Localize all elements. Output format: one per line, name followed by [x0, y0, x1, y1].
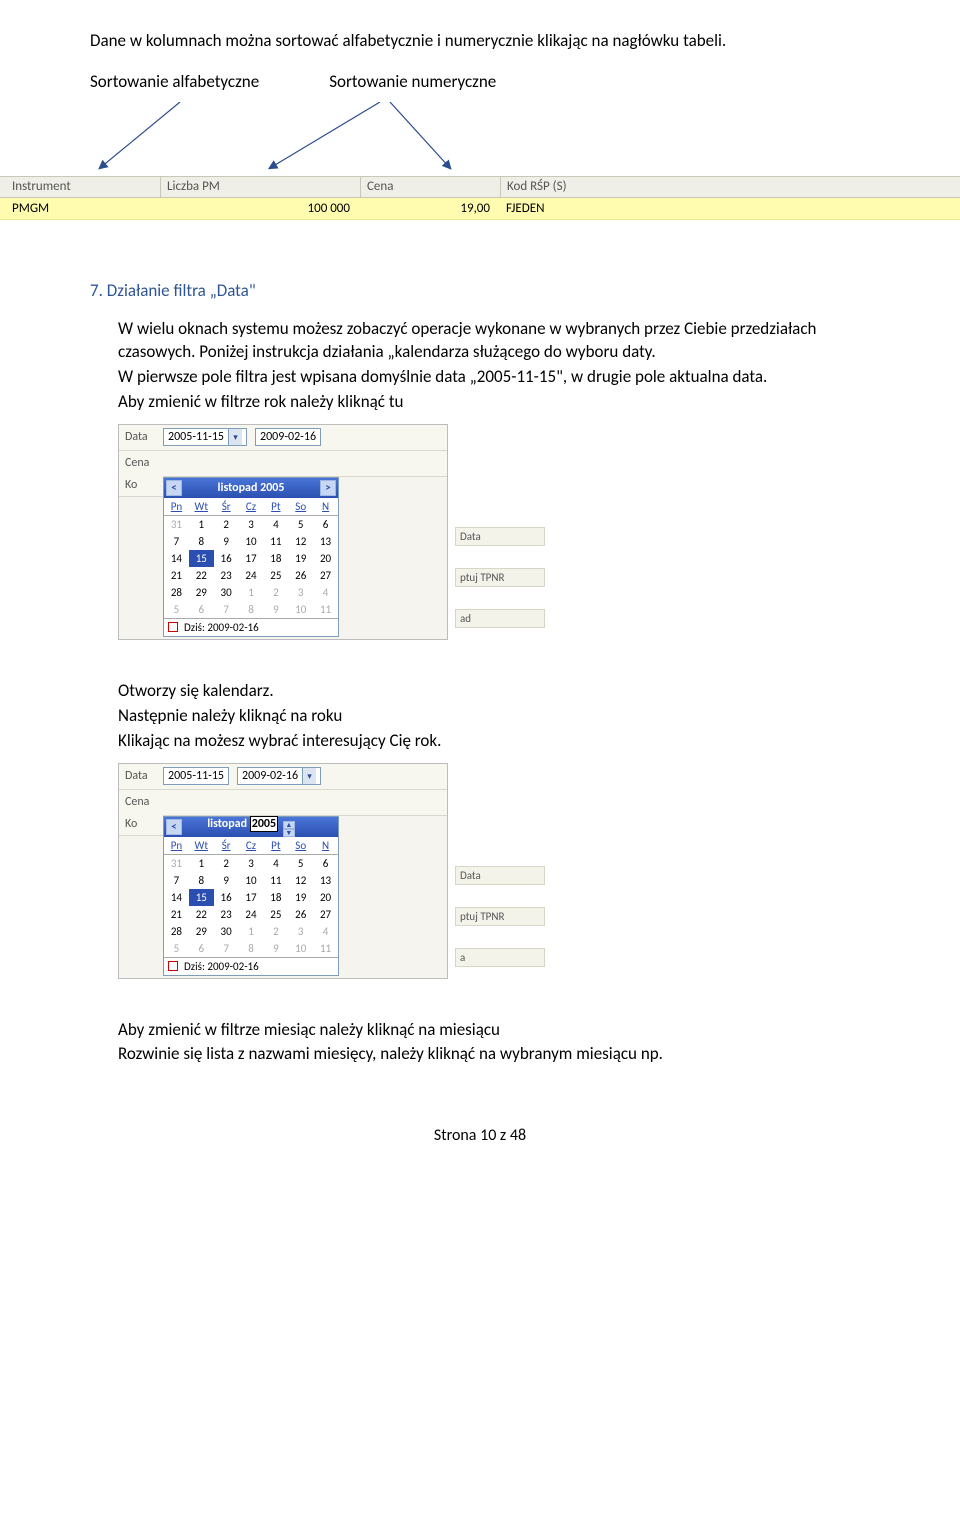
table-row[interactable]: PMGM 100 000 19,00 FJEDEN — [0, 198, 960, 220]
sort-alpha-label: Sortowanie alfabetyczne — [90, 71, 259, 92]
col-liczba-pm[interactable]: Liczba PM — [160, 177, 360, 197]
cell-cena: 19,00 — [360, 201, 500, 216]
selected-day: 15 — [189, 550, 214, 567]
label-data: Data — [119, 430, 163, 444]
p-b4: Otworzy się kalendarz. — [118, 680, 870, 703]
cell-kod-rsp: FJEDEN — [500, 201, 960, 216]
calendar-today-link[interactable]: Dziś: 2009-02-16 — [164, 957, 338, 975]
p-b7: Aby zmienić w filtrze miesiąc należy kli… — [118, 1019, 870, 1042]
calendar-screenshot-1: Data 2005-11-15▾ 2009-02-16 Cena < listo — [118, 424, 448, 640]
calendar-popup[interactable]: < listopad 2005 ▲▼ > PnWtŚrCzPtSoN 31123… — [163, 816, 339, 976]
label-ko: Ko — [119, 475, 163, 497]
cell-liczba-pm: 100 000 — [160, 201, 360, 216]
col-instrument[interactable]: Instrument — [0, 177, 160, 197]
sort-arrows-diagram — [80, 102, 860, 172]
next-month-button[interactable]: > — [320, 480, 336, 496]
page-footer: Strona 10 z 48 — [90, 1126, 870, 1145]
calendar-day-headers: PnWtŚrCzPtSoN — [164, 498, 338, 516]
today-marker-icon — [168, 622, 178, 632]
p-b5: Następnie należy kliknąć na roku — [118, 705, 870, 728]
p-b8: Rozwinie się lista z nazwami miesięcy, n… — [118, 1043, 870, 1066]
prev-month-button[interactable]: < — [166, 480, 182, 496]
p-b3: Aby zmienić w filtrze rok należy kliknąć… — [118, 391, 870, 414]
calendar-title-year-edit[interactable]: listopad 2005 ▲▼ — [182, 817, 320, 837]
year-spinner-value[interactable]: 2005 — [250, 816, 278, 832]
calendar-popup[interactable]: < listopad 2005 > PnWtŚrCzPtSoN 31123456… — [163, 477, 339, 637]
table-header-row: Instrument Liczba PM Cena Kod RŚP (S) — [0, 176, 960, 198]
calendar-screenshot-2: Data 2005-11-15 2009-02-16▾ Cena < listo — [118, 763, 448, 979]
chevron-down-icon[interactable]: ▾ — [228, 429, 242, 445]
col-cena[interactable]: Cena — [360, 177, 500, 197]
date-from-input[interactable]: 2005-11-15▾ — [163, 428, 247, 446]
today-marker-icon — [168, 961, 178, 971]
section-7: 7. Działanie filtra „Data" — [90, 280, 870, 301]
calendar-title[interactable]: listopad 2005 — [182, 481, 320, 495]
sort-num-label: Sortowanie numeryczne — [329, 71, 496, 92]
col-kod-rsp[interactable]: Kod RŚP (S) — [500, 177, 960, 197]
label-cena: Cena — [119, 456, 163, 470]
prev-month-button[interactable]: < — [166, 819, 182, 835]
date-to-input[interactable]: 2009-02-16▾ — [237, 767, 321, 785]
date-to-input[interactable]: 2009-02-16 — [255, 428, 321, 446]
cell-instrument: PMGM — [0, 201, 160, 216]
calendar-today-link[interactable]: Dziś: 2009-02-16 — [164, 618, 338, 636]
p-b6: Klikając na możesz wybrać interesujący C… — [118, 730, 870, 753]
year-spinner[interactable]: ▲▼ — [283, 821, 295, 837]
p-b1: W wielu oknach systemu możesz zobaczyć o… — [118, 318, 870, 364]
chevron-down-icon[interactable]: ▾ — [302, 768, 316, 784]
calendar-grid[interactable]: 31123456 78910111213 14151617181920 2122… — [164, 516, 338, 618]
date-from-input[interactable]: 2005-11-15 — [163, 767, 229, 785]
p-b2: W pierwsze pole filtra jest wpisana domy… — [118, 366, 870, 389]
side-labels: Data ptuj TPNR ad — [455, 527, 545, 650]
intro-paragraph: Dane w kolumnach można sortować alfabety… — [90, 30, 870, 53]
